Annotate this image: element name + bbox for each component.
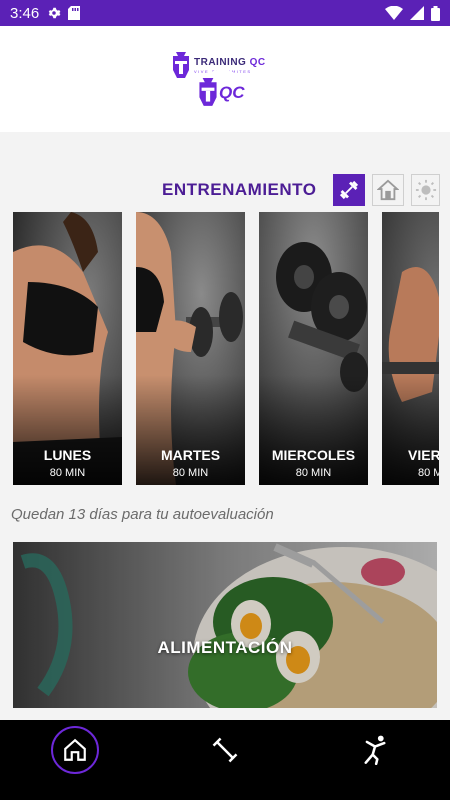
sd-card-icon	[68, 6, 81, 20]
day-card-viernes[interactable]: VIERNES 80 MIN	[382, 212, 439, 485]
status-bar: 3:46	[0, 0, 450, 26]
main-content: ENTRENAMIENTO LUNES 80 MIN MARTES 80 MIN…	[0, 132, 450, 720]
nav-home-button[interactable]	[51, 726, 99, 774]
logo-title: TRAINING QC	[194, 57, 266, 68]
logo-badge-text: QC	[219, 83, 245, 102]
day-duration: 80 MIN	[172, 467, 209, 479]
wifi-icon	[385, 6, 403, 20]
battery-icon	[431, 5, 440, 21]
home-icon	[377, 179, 399, 201]
day-name: LUNES	[43, 447, 92, 463]
stretch-icon	[364, 735, 386, 765]
bottom-navigation	[0, 720, 450, 800]
card-shade	[13, 542, 437, 708]
status-time: 3:46	[10, 4, 40, 22]
day-duration: 80 MIN	[295, 467, 332, 479]
helmet-icon	[173, 52, 189, 78]
dumbbell-icon	[339, 180, 359, 200]
sun-icon	[415, 179, 436, 201]
day-name: VIERNES	[408, 447, 439, 463]
nav-training-button[interactable]	[201, 726, 249, 774]
helmet-icon	[199, 78, 217, 106]
nutrition-card[interactable]: ALIMENTACIÓN	[13, 542, 437, 708]
day-duration: 80 MIN	[418, 467, 439, 479]
day-card-lunes[interactable]: LUNES 80 MIN	[13, 212, 122, 485]
day-card-martes[interactable]: MARTES 80 MIN	[136, 212, 245, 485]
dumbbell-icon	[212, 737, 238, 763]
signal-icon	[410, 6, 424, 20]
mode-home-button[interactable]	[372, 174, 404, 206]
home-icon	[64, 738, 86, 761]
section-title: ENTRENAMIENTO	[162, 180, 317, 199]
mode-outdoor-button[interactable]	[411, 174, 440, 206]
settings-icon	[48, 7, 61, 19]
day-name: MIERCOLES	[271, 447, 356, 463]
day-name: MARTES	[160, 447, 221, 463]
training-days-carousel[interactable]: LUNES 80 MIN MARTES 80 MIN MIERCOLES 80 …	[13, 212, 439, 486]
evaluation-countdown: Quedan 13 días para tu autoevaluación	[11, 506, 274, 523]
nutrition-label: ALIMENTACIÓN	[157, 638, 293, 657]
mode-gym-button[interactable]	[333, 174, 365, 206]
day-duration: 80 MIN	[49, 467, 86, 479]
nav-stretch-button[interactable]	[351, 726, 399, 774]
logo-badge-mark: QC	[198, 78, 245, 108]
day-card-miercoles[interactable]: MIERCOLES 80 MIN	[259, 212, 368, 485]
